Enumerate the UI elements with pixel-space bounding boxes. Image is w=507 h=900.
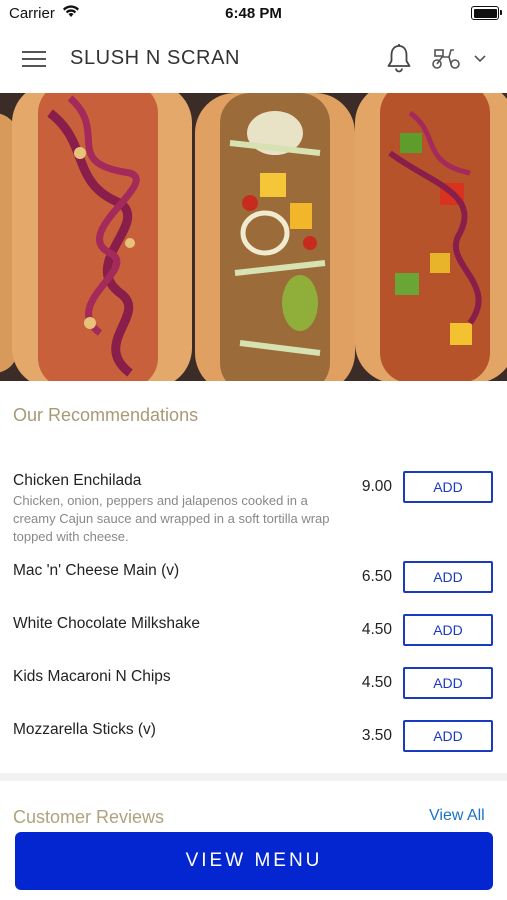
add-button[interactable]: ADD [403, 667, 493, 699]
section-divider [0, 773, 507, 781]
item-name: Chicken Enchilada [13, 472, 142, 489]
add-button[interactable]: ADD [403, 614, 493, 646]
item-price: 9.00 [361, 478, 392, 495]
add-button[interactable]: ADD [403, 720, 493, 752]
chevron-down-icon[interactable] [472, 52, 488, 64]
item-name: White Chocolate Milkshake [13, 615, 200, 632]
restaurant-title: SLUSH N SCRAN [70, 47, 241, 69]
add-button[interactable]: ADD [403, 471, 493, 503]
item-price: 3.50 [361, 727, 392, 744]
item-name: Kids Macaroni N Chips [13, 668, 171, 685]
hero-image [0, 93, 507, 381]
add-button[interactable]: ADD [403, 561, 493, 593]
status-time: 6:48 PM [225, 5, 282, 22]
hamburger-menu-icon[interactable] [22, 49, 46, 69]
status-bar: Carrier 6:48 PM [0, 0, 507, 26]
bell-icon[interactable] [386, 43, 412, 73]
hotdogs-illustration [0, 93, 507, 381]
view-all-link[interactable]: View All [429, 807, 485, 825]
recommendations-title: Our Recommendations [13, 405, 199, 425]
app-header: SLUSH N SCRAN [0, 26, 507, 93]
item-price: 4.50 [361, 621, 392, 638]
item-price: 4.50 [361, 674, 392, 691]
view-menu-button[interactable]: VIEW MENU [15, 832, 493, 890]
item-description: Chicken, onion, peppers and jalapenos co… [13, 493, 330, 544]
item-price: 6.50 [361, 568, 392, 585]
item-name: Mozzarella Sticks (v) [13, 721, 156, 738]
item-name: Mac 'n' Cheese Main (v) [13, 562, 180, 579]
scooter-icon[interactable] [431, 45, 461, 71]
battery-icon [471, 6, 502, 20]
